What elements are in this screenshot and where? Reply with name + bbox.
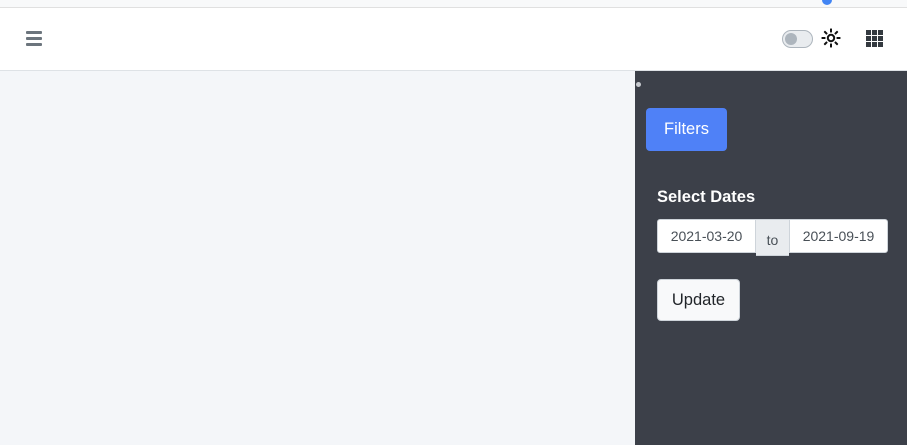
browser-top-strip: [0, 0, 907, 8]
profile-dot-icon: [822, 0, 832, 5]
sun-icon[interactable]: [821, 28, 841, 48]
apps-grid-icon[interactable]: [866, 30, 883, 47]
start-date-input[interactable]: [657, 219, 756, 253]
date-range-separator: to: [756, 219, 789, 256]
control-sidebar: Filters Select Dates to Update: [635, 71, 907, 445]
update-button[interactable]: Update: [657, 279, 740, 321]
toggle-knob: [785, 33, 797, 45]
filters-button[interactable]: Filters: [646, 108, 727, 151]
hamburger-menu-icon[interactable]: [26, 31, 42, 46]
end-date-input[interactable]: [789, 219, 888, 253]
sidebar-resize-handle[interactable]: [636, 82, 641, 87]
top-navbar: [0, 8, 907, 71]
main-content-area: [0, 71, 635, 445]
dark-mode-toggle[interactable]: [782, 30, 813, 48]
select-dates-label: Select Dates: [657, 188, 756, 206]
